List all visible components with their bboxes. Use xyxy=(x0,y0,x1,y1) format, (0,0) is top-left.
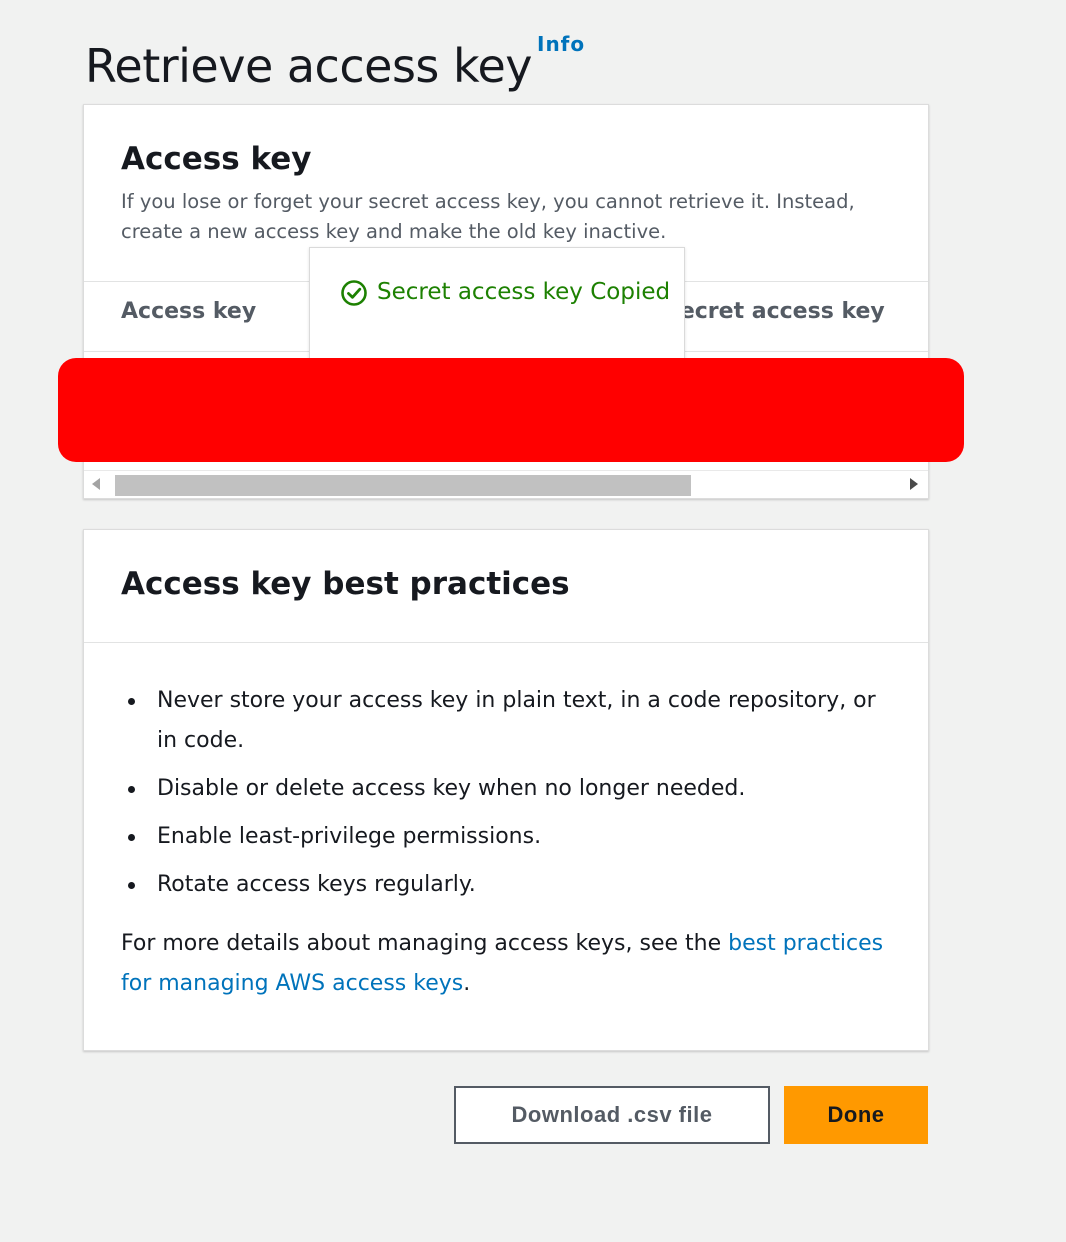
scroll-right-arrow-icon[interactable] xyxy=(910,478,918,490)
done-button[interactable]: Done xyxy=(784,1086,928,1144)
column-header-secret-access-key-label: Secret access key xyxy=(664,299,885,324)
list-item: Enable least-privilege permissions. xyxy=(121,817,891,857)
access-key-card-title: Access key xyxy=(121,141,312,177)
copied-tooltip: Secret access key Copied xyxy=(309,247,685,362)
best-practices-card-title: Access key best practices xyxy=(121,566,570,602)
list-item: Never store your access key in plain tex… xyxy=(121,681,891,761)
column-header-access-key: Access key xyxy=(121,299,257,324)
list-item: Rotate access keys regularly. xyxy=(121,865,891,905)
redaction-block xyxy=(58,358,964,462)
download-csv-button[interactable]: Download .csv file xyxy=(454,1086,770,1144)
list-item: Disable or delete access key when no lon… xyxy=(121,769,891,809)
footer-text-suffix: . xyxy=(463,971,471,996)
info-link[interactable]: Info xyxy=(537,32,585,56)
scrollbar-thumb[interactable] xyxy=(115,475,691,496)
scroll-left-arrow-icon[interactable] xyxy=(92,478,100,490)
page-title: Retrieve access key xyxy=(85,38,533,93)
footer-text-prefix: For more details about managing access k… xyxy=(121,931,729,956)
best-practices-card: Access key best practices Never store yo… xyxy=(83,529,929,1051)
card-divider xyxy=(84,642,928,643)
access-key-card-description: If you lose or forget your secret access… xyxy=(121,190,855,243)
best-practices-list: Never store your access key in plain tex… xyxy=(121,681,891,913)
column-header-secret-access-key: Secret access key xyxy=(664,299,885,324)
horizontal-scrollbar[interactable] xyxy=(84,470,928,498)
copied-message: Secret access key Copied xyxy=(377,279,671,305)
best-practices-footer: For more details about managing access k… xyxy=(121,924,891,1004)
